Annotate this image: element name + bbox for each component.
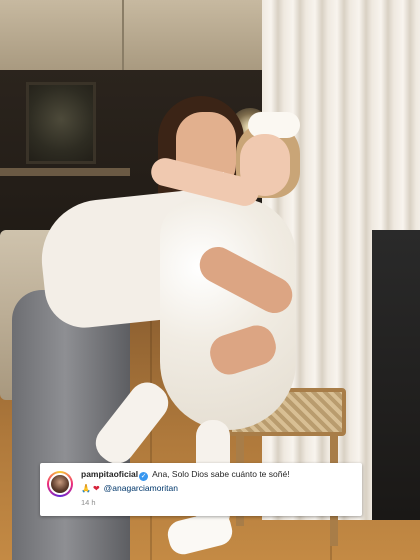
- window: [372, 230, 420, 520]
- comment-timestamp: 14 h: [81, 498, 96, 507]
- comment-username[interactable]: pampitaoficial: [81, 469, 138, 479]
- instagram-comment: pampitaoficial ✓ Ana, Solo Dios sabe cuán…: [40, 463, 362, 516]
- wall-shelf: [0, 168, 130, 176]
- praying-hands-icon: 🙏: [81, 484, 91, 493]
- photo-post: pampitaoficial ✓ Ana, Solo Dios sabe cuán…: [0, 0, 420, 560]
- comment-emoji-line: 🙏 ❤ @anagarciamoritan: [81, 482, 354, 495]
- comment-text: Ana, Solo Dios sabe cuánto te soñé!: [152, 469, 290, 479]
- comment-line: pampitaoficial ✓ Ana, Solo Dios sabe cuán…: [81, 469, 354, 481]
- girl-dress: [160, 198, 296, 430]
- girl-hair-bow: [248, 112, 300, 138]
- cabinet-wall: [0, 0, 270, 70]
- heart-icon: ❤: [92, 484, 100, 493]
- comment-body: pampitaoficial ✓ Ana, Solo Dios sabe cuán…: [81, 469, 354, 508]
- wall-painting: [26, 82, 96, 164]
- profile-avatar-icon[interactable]: [47, 471, 73, 497]
- avatar-photo: [49, 473, 71, 495]
- verified-badge-icon: ✓: [139, 472, 149, 481]
- cabinet-divider: [122, 0, 124, 70]
- mention-link[interactable]: @anagarciamoritan: [104, 483, 178, 493]
